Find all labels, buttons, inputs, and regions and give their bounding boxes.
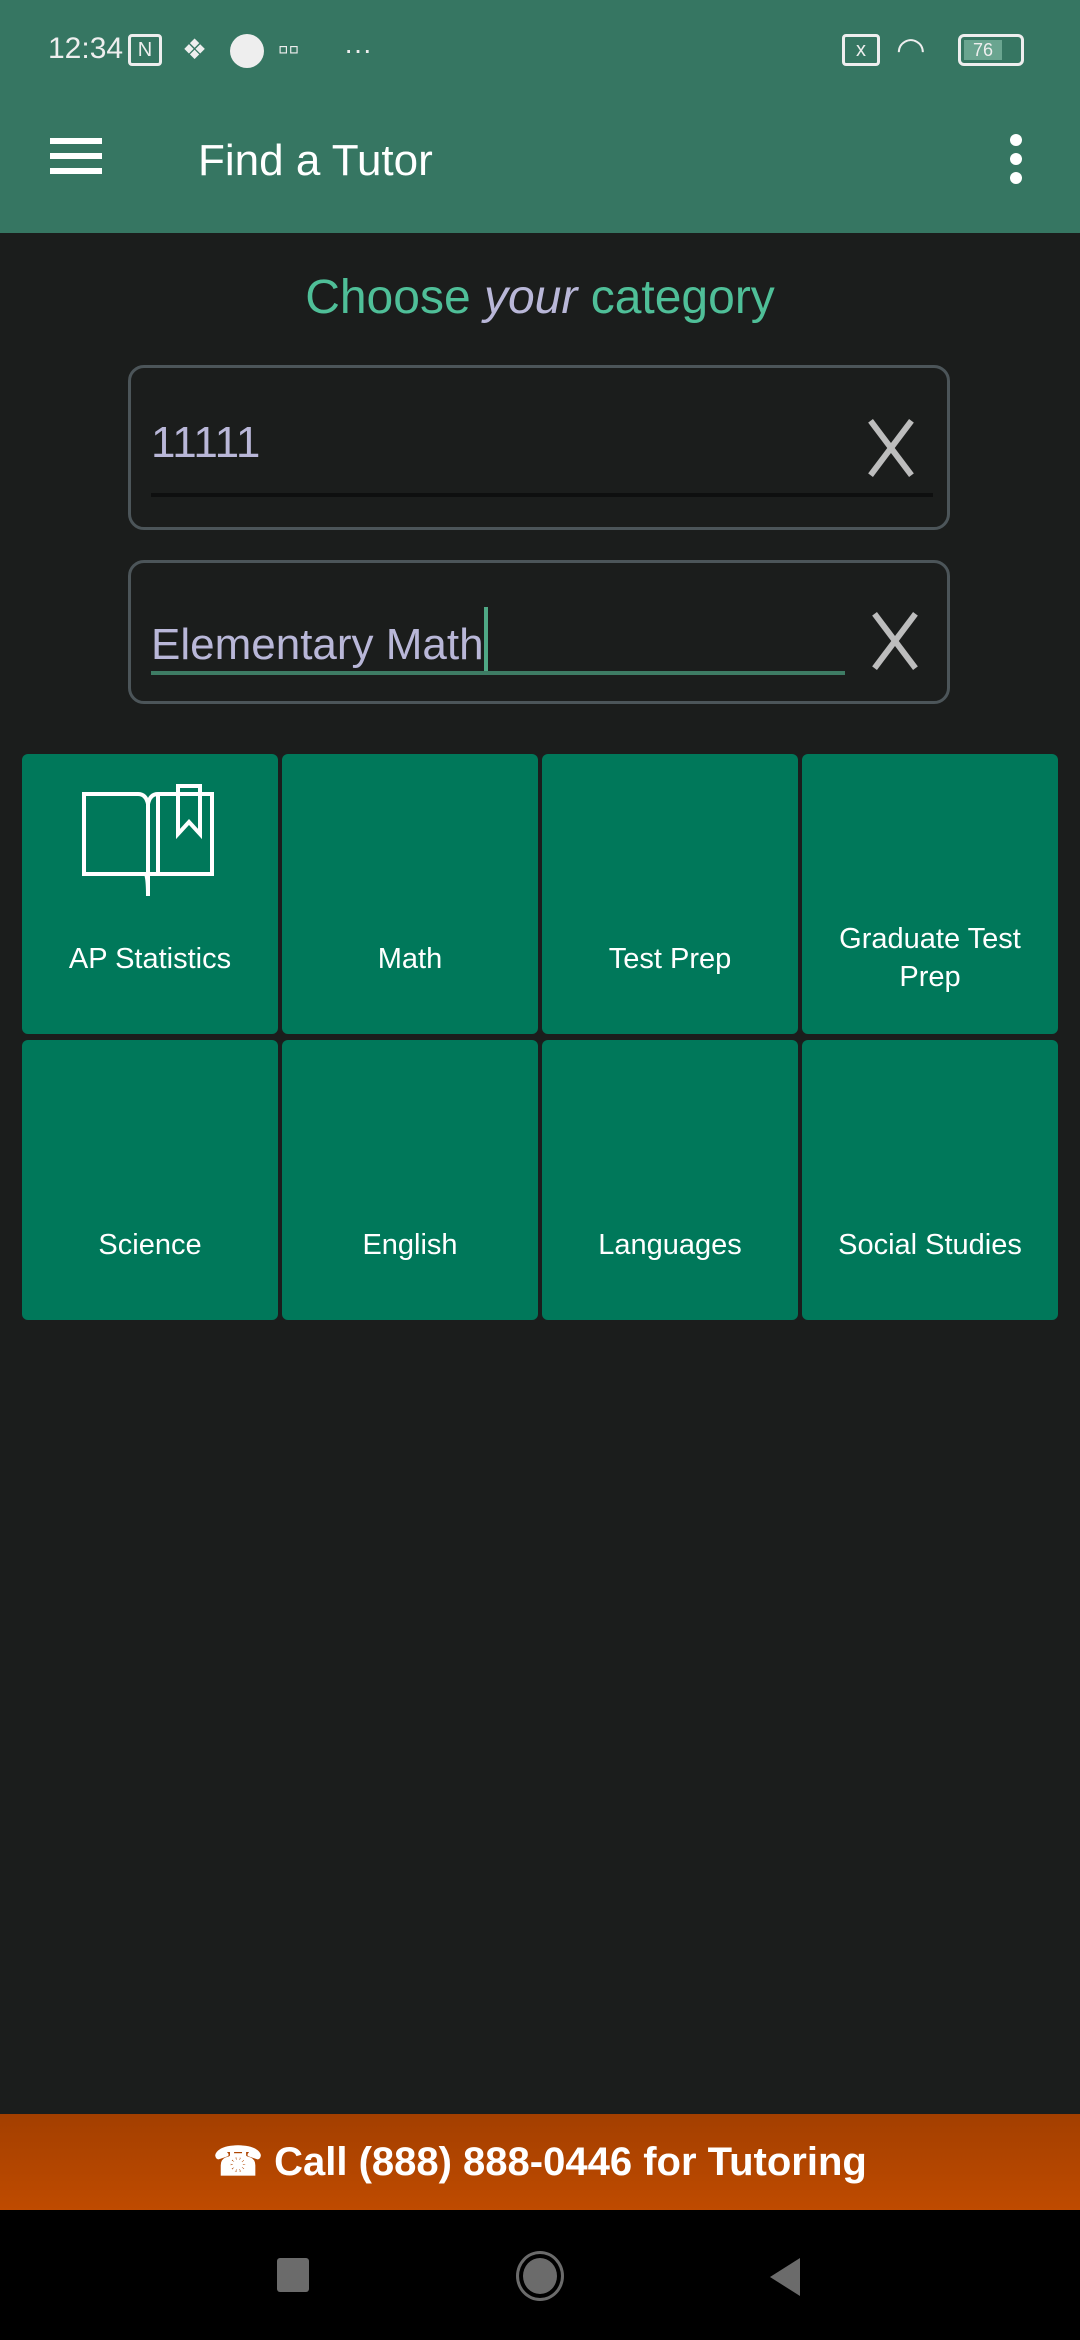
no-sim-icon: x (842, 34, 880, 66)
category-label: Languages (598, 1229, 742, 1261)
status-bar: 12:34 N ❖ ▫▫ ··· x ◠ 76 (0, 0, 1080, 100)
subject-field[interactable]: Elementary Math (128, 560, 950, 704)
category-tile-languages[interactable]: Languages (542, 1040, 798, 1320)
battery-level: 76 (964, 40, 1002, 60)
call-label: Call (888) 888-0446 for Tutoring (274, 2140, 867, 2184)
layers-icon: ❖ (182, 34, 208, 65)
call-tutoring-button[interactable]: ☎ Call (888) 888-0446 for Tutoring (0, 2114, 1080, 2210)
heading-emphasis: your (483, 271, 578, 324)
zip-code-input[interactable]: 11111 (151, 418, 260, 468)
category-label: Social Studies (838, 1229, 1022, 1261)
apps-icon: ▫▫ (278, 33, 300, 66)
category-tile-english[interactable]: English (282, 1040, 538, 1320)
subject-input[interactable]: Elementary Math (151, 607, 488, 673)
clear-subject-icon[interactable] (867, 613, 923, 669)
category-label: AP Statistics (68, 943, 232, 975)
category-label: English (362, 1229, 458, 1261)
book-icon (82, 784, 214, 897)
category-label: Math (377, 943, 443, 975)
page-title: Find a Tutor (198, 136, 433, 185)
overflow-menu-icon[interactable] (1008, 134, 1024, 184)
browser-icon (230, 34, 264, 68)
battery-icon: 76 (958, 34, 1024, 66)
heading-part: category (590, 271, 775, 324)
input-underline (151, 493, 933, 497)
category-tile-test-prep[interactable]: Test Prep (542, 754, 798, 1034)
category-tile-graduate-test-prep[interactable]: Graduate Test Prep (802, 754, 1058, 1034)
system-nav-bar (0, 2210, 1080, 2340)
nfc-icon: N (128, 34, 162, 66)
more-notifications-icon: ··· (344, 34, 372, 65)
hamburger-menu-icon[interactable] (50, 138, 102, 174)
input-underline-focused (151, 671, 845, 675)
heading-part: Choose (305, 271, 471, 324)
clear-zip-icon[interactable] (863, 420, 919, 476)
subject-value: Elementary Math (151, 620, 484, 669)
home-button[interactable] (516, 2251, 564, 2301)
wifi-icon: ◠ (896, 31, 926, 69)
zip-code-field[interactable]: 11111 (128, 365, 950, 530)
phone-icon: ☎ (213, 2140, 263, 2184)
section-heading: Choose your category (0, 270, 1080, 325)
back-button[interactable] (770, 2258, 800, 2296)
category-label: Graduate Test Prep (839, 923, 1021, 993)
category-tile-ap-statistics[interactable]: AP Statistics (22, 754, 278, 1034)
text-cursor (483, 607, 488, 673)
category-tile-math[interactable]: Math (282, 754, 538, 1034)
category-tile-social-studies[interactable]: Social Studies (802, 1040, 1058, 1320)
recents-button[interactable] (277, 2258, 309, 2292)
category-tile-science[interactable]: Science (22, 1040, 278, 1320)
app-bar: Find a Tutor (0, 100, 1080, 233)
category-label: Test Prep (608, 943, 732, 975)
category-label: Science (98, 1229, 202, 1261)
status-time: 12:34 (48, 32, 124, 65)
